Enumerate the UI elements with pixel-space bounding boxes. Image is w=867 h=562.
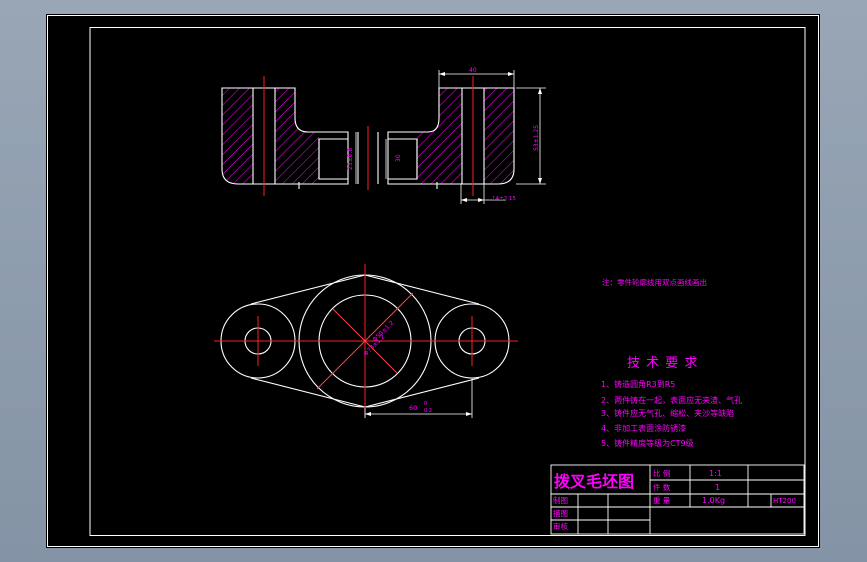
tech-requirement-5: 5、铸件精度等级为CT9级 — [601, 438, 694, 448]
tech-requirement-3: 3、铸件应无气孔、缩松、夹沙等缺陷 — [601, 408, 734, 418]
dim-dia-top-mid: 25±0.8 — [347, 148, 354, 170]
section-view: 40 53±1.25 25±0.8 30 14±2.15 — [221, 67, 546, 204]
web-top-right — [364, 274, 480, 305]
dim-bottom-depth: 14±2.15 — [492, 196, 516, 202]
checked-label: 描图 — [553, 508, 568, 518]
outline-note: 注：零件轮廓线用双点画线画出 — [602, 277, 707, 287]
dim-small-30: 30 — [395, 154, 402, 162]
dim-length-60-lower: 0.2 — [424, 408, 432, 414]
scale-value: 1:1 — [709, 469, 722, 478]
dim-height-right: 53±1.25 — [533, 125, 540, 151]
title-block: 拨叉毛坯图 比 例 1:1 件 数 1 重 量 1.0Kg HT200 制图 描… — [550, 464, 805, 535]
web-top-left — [250, 274, 366, 305]
plan-view: Φ50±1.2 Φ73±1.2 60 0 0.2 — [214, 264, 518, 418]
tech-requirements-heading: 技 术 要 求 — [627, 356, 698, 371]
tech-requirement-1: 1、铸造圆角R3到R5 — [601, 379, 675, 389]
dim-length-60: 60 — [409, 404, 417, 412]
material-value: HT200 — [773, 497, 796, 505]
drawn-label: 制图 — [553, 495, 568, 505]
tech-requirement-2: 2、两件铸在一起，表面应无夹渣、气孔 — [601, 395, 742, 405]
review-label: 审核 — [553, 521, 568, 531]
web-bottom-left — [250, 377, 366, 408]
drawing-canvas: 40 53±1.25 25±0.8 30 14±2.15 Φ50±1.2 Φ73… — [47, 15, 819, 547]
dim-width-40: 40 — [469, 67, 477, 74]
tech-requirement-4: 4、非加工表面涂防锈漆 — [601, 423, 686, 433]
count-value: 1 — [715, 483, 720, 492]
count-label: 件 数 — [653, 482, 671, 492]
weight-value: 1.0Kg — [702, 496, 725, 505]
dim-length-60-upper: 0 — [424, 401, 427, 407]
tech-requirements: 技 术 要 求 1、铸造圆角R3到R5 2、两件铸在一起，表面应无夹渣、气孔 3… — [601, 356, 742, 448]
scale-label: 比 例 — [653, 468, 670, 478]
cad-viewport[interactable]: 40 53±1.25 25±0.8 30 14±2.15 Φ50±1.2 Φ73… — [46, 14, 820, 548]
web-bottom-right — [364, 377, 480, 408]
drawing-title: 拨叉毛坯图 — [554, 472, 634, 491]
weight-label: 重 量 — [653, 496, 671, 505]
